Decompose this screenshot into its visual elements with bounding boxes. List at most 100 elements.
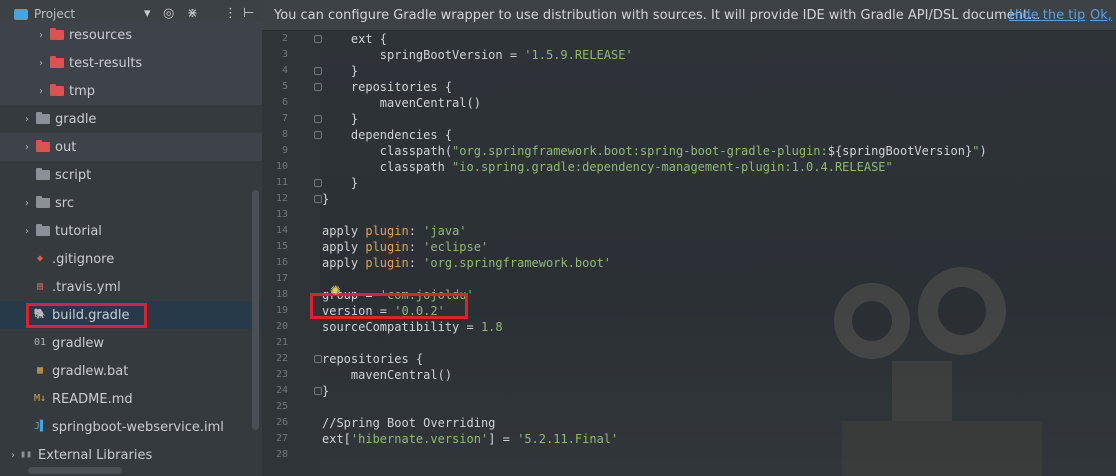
code-token: classpath [322, 160, 453, 174]
tree-item[interactable]: ▦ gradlew.bat [0, 357, 272, 385]
code-text: apply plugin: 'org.springframework.boot' [322, 255, 611, 271]
line-number: 20 [275, 321, 288, 332]
folder-icon [36, 224, 50, 236]
tree-item[interactable]: › out [0, 133, 272, 161]
hide-tip-link[interactable]: Hide the tip [1009, 8, 1085, 23]
line-number: 28 [275, 449, 288, 460]
fold-marker-icon[interactable] [314, 131, 322, 139]
code-token: } [322, 192, 330, 206]
fold-marker-icon[interactable] [314, 67, 322, 75]
tree-item[interactable]: › resources [0, 21, 286, 49]
code-text: } [322, 175, 358, 191]
tree-item[interactable]: ▤ .travis.yml [0, 273, 272, 301]
line-number: 27 [275, 433, 288, 444]
tree-item-label: gradle [55, 111, 97, 127]
chevron-right-icon[interactable]: › [22, 198, 32, 209]
fold-marker-icon[interactable] [314, 83, 322, 91]
chevron-right-icon[interactable]: › [36, 30, 46, 41]
code-text: apply plugin: 'eclipse' [322, 239, 488, 255]
code-line: 27 ext['hibernate.version'] = '5.2.11.Fin… [262, 431, 1116, 447]
code-line: 21 [262, 335, 1116, 351]
chevron-right-icon[interactable]: › [36, 86, 46, 97]
code-text: } [322, 191, 329, 207]
tree-item[interactable]: 01 gradlew [0, 329, 272, 357]
chevron-right-icon[interactable]: › [22, 226, 32, 237]
line-number: 25 [275, 401, 288, 412]
code-token: apply [322, 256, 366, 270]
tree-item[interactable]: M↓ README.md [0, 385, 272, 413]
line-number: 26 [275, 417, 288, 428]
vertical-scrollbar[interactable] [252, 190, 259, 430]
tree-item[interactable]: › src [0, 189, 272, 217]
tree-item[interactable]: script [0, 161, 272, 189]
code-line: 8 dependencies { [262, 127, 1116, 143]
code-line: 13 [262, 207, 1116, 223]
tree-item[interactable]: › ▮▮ External Libraries [0, 441, 258, 469]
chevron-right-icon[interactable]: › [22, 142, 32, 153]
fold-marker-icon[interactable] [314, 179, 322, 187]
settings-menu-icon[interactable]: ⋮ [224, 6, 237, 21]
file-icon: ▤ [36, 281, 44, 292]
code-text: repositories { [322, 351, 423, 367]
line-number: 7 [281, 113, 288, 124]
fold-marker-icon[interactable] [314, 115, 322, 123]
code-text: springBootVersion = '1.5.9.RELEASE' [322, 47, 633, 63]
code-line: 9 classpath("org.springframework.boot:sp… [262, 143, 1116, 159]
code-text: } [322, 111, 358, 127]
tree-item[interactable]: › tmp [0, 77, 286, 105]
line-number: 18 [275, 289, 288, 300]
fold-marker-icon[interactable] [314, 387, 322, 395]
code-line: 22 repositories { [262, 351, 1116, 367]
fold-marker-icon[interactable] [314, 35, 322, 43]
scroll-from-source-icon[interactable]: ◎ [163, 6, 174, 21]
code-token: : [408, 240, 424, 254]
hide-panel-icon[interactable]: ⊢ [243, 6, 254, 21]
code-editor[interactable]: 2 ext {3 springBootVersion = '1.5.9.RELE… [262, 31, 1116, 476]
code-token: repositories { [322, 352, 424, 366]
code-line: 23 mavenCentral() [262, 367, 1116, 383]
tree-item[interactable]: › tutorial [0, 217, 272, 245]
string-literal: "io.spring.gradle:dependency-management-… [452, 160, 893, 174]
horizontal-scrollbar[interactable] [28, 467, 122, 474]
string-literal: 'eclipse' [423, 240, 489, 254]
line-number: 13 [275, 209, 288, 220]
code-line: 7 } [262, 111, 1116, 127]
code-token: //Spring Boot Overriding [322, 416, 496, 430]
code-token: apply [322, 240, 366, 254]
tree-item[interactable]: ◆ .gitignore [0, 245, 272, 273]
chevron-right-icon[interactable]: › [8, 450, 18, 461]
fold-marker-icon[interactable] [314, 355, 322, 363]
tree-item-label: gradlew [52, 335, 105, 351]
intention-bulb-icon[interactable]: ✺ [330, 284, 341, 299]
chevron-right-icon[interactable]: › [22, 114, 32, 125]
code-text: repositories { [322, 79, 452, 95]
folder-icon [36, 140, 50, 152]
chevron-right-icon[interactable]: › [36, 58, 46, 69]
project-view-selector[interactable]: Project [14, 7, 75, 21]
dropdown-icon[interactable]: ▾ [144, 6, 151, 21]
project-title: Project [34, 7, 76, 21]
code-line: 3 springBootVersion = '1.5.9.RELEASE' [262, 47, 1116, 63]
line-number: 19 [275, 305, 288, 316]
tree-item[interactable]: › test-results [0, 49, 286, 77]
code-line: 11 } [262, 175, 1116, 191]
line-number: 16 [275, 257, 288, 268]
gradle-tip-banner: You can configure Gradle wrapper to use … [262, 0, 1116, 31]
tree-item-label: tutorial [55, 223, 102, 239]
ok-link[interactable]: Ok, [1090, 8, 1112, 23]
line-number: 3 [281, 49, 288, 60]
highlight-box-build-gradle [26, 303, 147, 328]
code-text: } [322, 383, 329, 399]
collapse-all-icon[interactable]: ⋇ [187, 6, 198, 21]
code-text: classpath("org.springframework.boot:spri… [322, 143, 987, 159]
tree-item-label: gradlew.bat [52, 363, 129, 379]
tree-item[interactable]: › gradle [0, 105, 272, 133]
code-token: : [408, 256, 424, 270]
code-text: mavenCentral() [322, 95, 481, 111]
file-icon: J▌ [33, 421, 47, 432]
code-line: 15 apply plugin: 'eclipse' [262, 239, 1116, 255]
tree-item[interactable]: J▌ springboot-webservice.iml [0, 413, 272, 441]
fold-marker-icon[interactable] [314, 195, 322, 203]
code-line: 16 apply plugin: 'org.springframework.boo… [262, 255, 1116, 271]
code-text: classpath "io.spring.gradle:dependency-m… [322, 159, 893, 175]
